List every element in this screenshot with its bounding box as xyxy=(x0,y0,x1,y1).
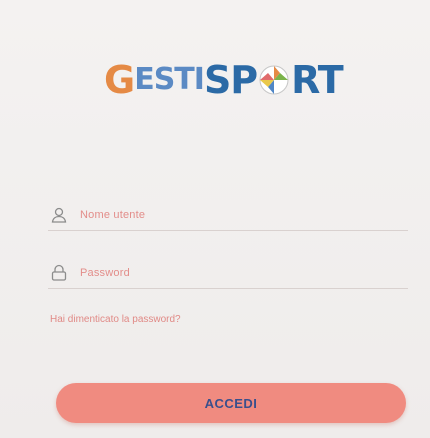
username-placeholder: Nome utente xyxy=(80,209,146,221)
logo-letter-g: G xyxy=(104,58,135,102)
gestisport-logo: G ESTI SP RT xyxy=(104,50,344,110)
user-icon xyxy=(48,204,70,226)
password-field[interactable]: Password xyxy=(48,258,408,289)
login-button[interactable]: ACCEDI xyxy=(56,383,406,423)
username-field[interactable]: Nome utente xyxy=(48,200,408,231)
logo-letters-esti: ESTI xyxy=(134,62,205,97)
ball-icon xyxy=(257,63,291,97)
logo-letters-sp: SP xyxy=(203,58,258,102)
password-placeholder: Password xyxy=(80,267,130,279)
lock-icon xyxy=(48,262,70,284)
logo-letters-rt: RT xyxy=(291,58,343,102)
forgot-password-link[interactable]: Hai dimenticato la password? xyxy=(50,314,181,325)
login-screen: G ESTI SP RT Nome utente Password Hai di… xyxy=(0,0,430,438)
